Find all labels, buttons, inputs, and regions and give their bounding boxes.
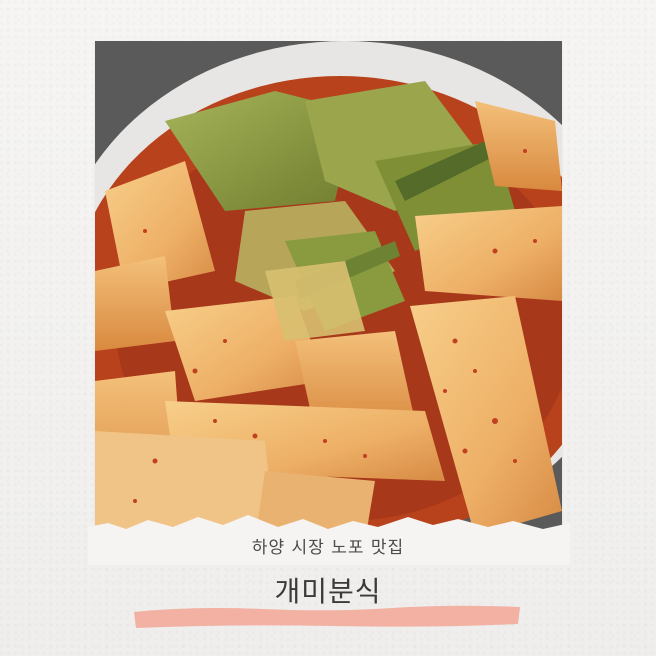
food-photo <box>95 41 562 541</box>
subtitle-text: 하양 시장 노포 맛집 <box>251 538 405 558</box>
restaurant-name: 개미분식 <box>274 575 382 608</box>
